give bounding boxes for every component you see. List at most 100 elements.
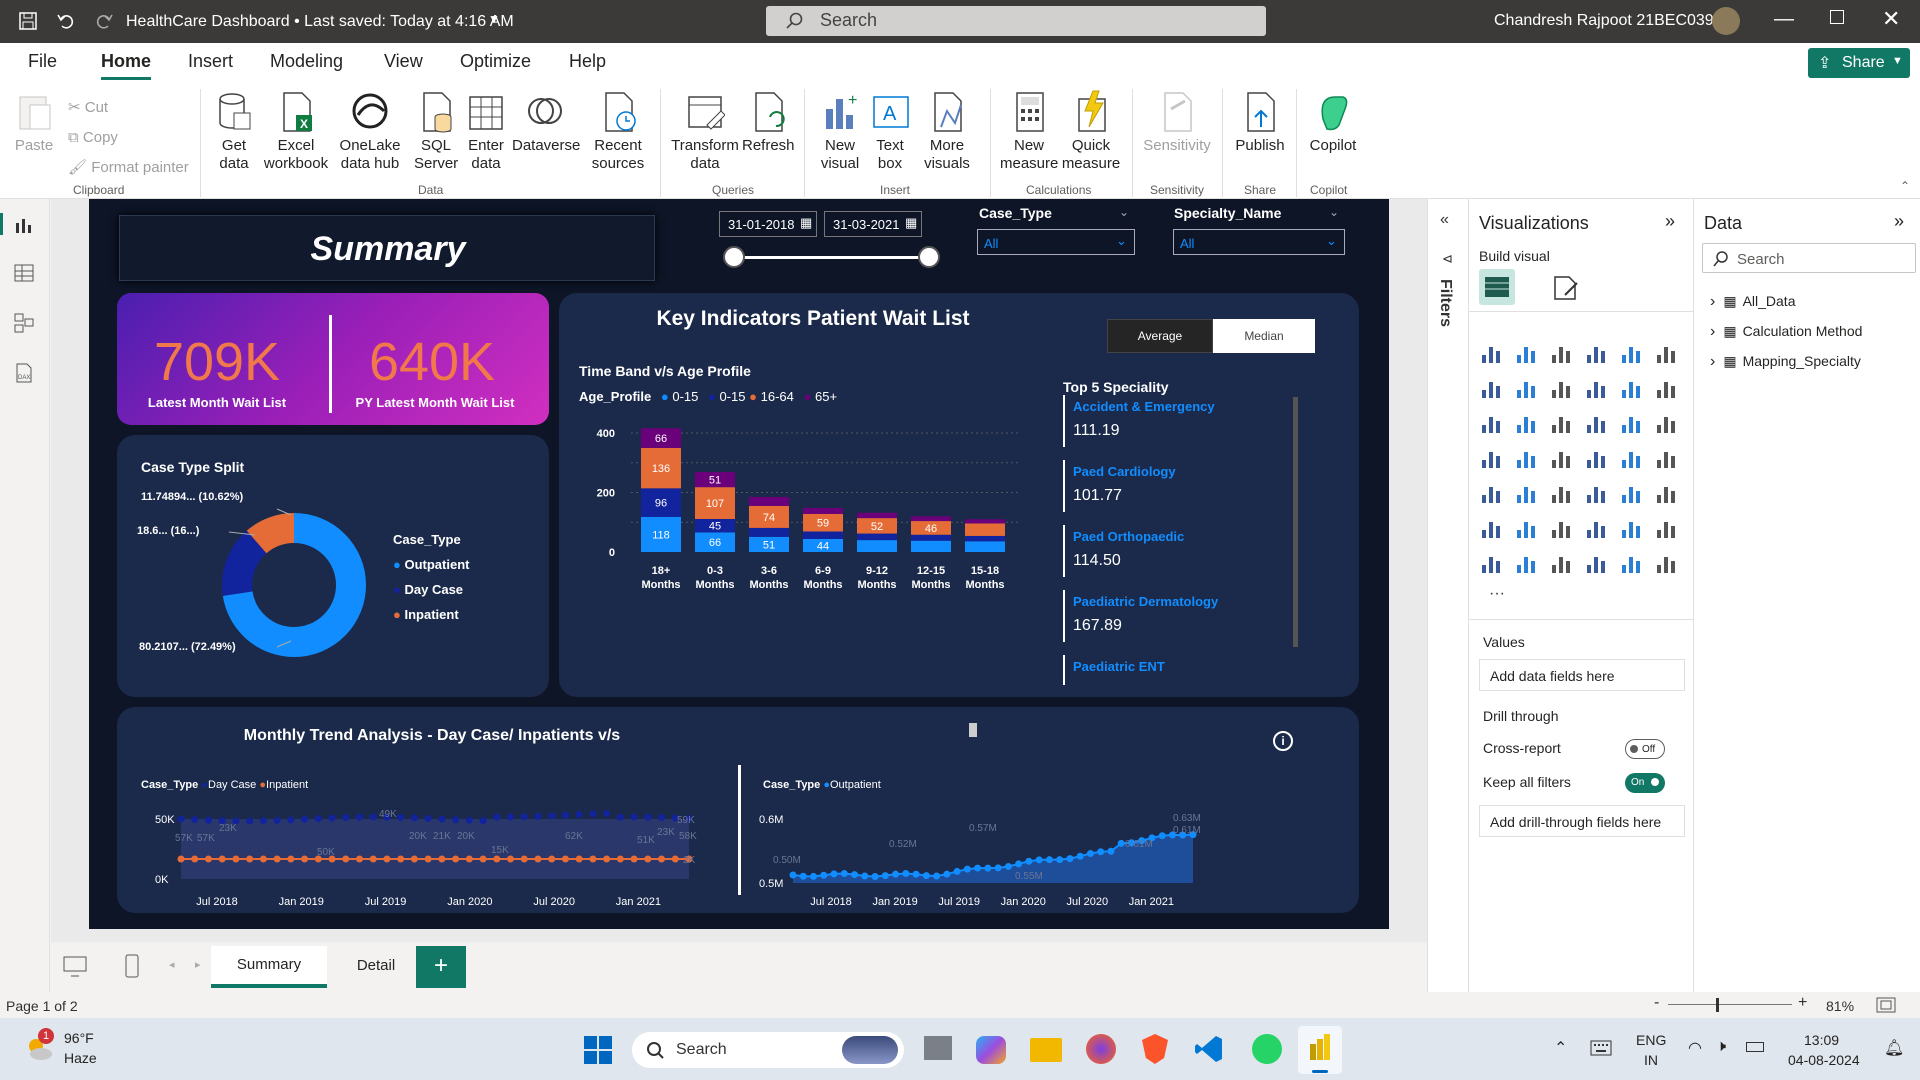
more-visuals-button[interactable]: More visuals [914, 89, 980, 173]
daycase-point[interactable] [191, 816, 199, 824]
text-box-button[interactable]: A Text box [868, 89, 912, 173]
daycase-point[interactable] [534, 812, 542, 820]
onelake-button[interactable]: OneLake data hub [334, 89, 406, 173]
bar-segment[interactable] [803, 531, 843, 539]
chevron-down-icon[interactable]: ⌄ [1329, 205, 1339, 219]
sql-server-button[interactable]: SQL Server [414, 89, 458, 173]
close-icon[interactable]: ✕ [1882, 6, 1900, 32]
daycase-point[interactable] [630, 813, 638, 821]
line-stacked-icon[interactable] [1514, 411, 1538, 435]
bar-segment[interactable] [857, 512, 897, 519]
outpatient-point[interactable] [943, 870, 951, 878]
maximize-icon[interactable] [1830, 10, 1844, 24]
top5-item[interactable]: Paed Orthopaedic 114.50 [1063, 525, 1184, 577]
narrative-icon[interactable] [1584, 516, 1608, 540]
daycase-point[interactable] [507, 813, 515, 821]
clustered-column-icon[interactable] [1584, 341, 1608, 365]
search-input[interactable]: Search [766, 6, 1266, 36]
outpatient-point[interactable] [1076, 852, 1084, 860]
daycase-point[interactable] [177, 815, 185, 823]
cross-report-toggle[interactable]: Off [1625, 739, 1665, 759]
data-table-item[interactable]: › ▦ Calculation Method [1710, 323, 1900, 341]
average-button[interactable]: Average [1107, 319, 1213, 353]
outpatient-point[interactable] [974, 864, 982, 872]
outpatient-point[interactable] [933, 872, 941, 880]
daycase-point[interactable] [246, 817, 254, 825]
daycase-point[interactable] [493, 813, 501, 821]
outpatient-point[interactable] [1086, 850, 1094, 858]
donut-icon[interactable] [1654, 411, 1678, 435]
scatter-icon[interactable] [1584, 411, 1608, 435]
zoom-out-icon[interactable]: - [1654, 994, 1659, 1012]
slider-handle-end[interactable] [918, 246, 940, 268]
outpatient-point[interactable] [1015, 860, 1023, 868]
values-well[interactable]: Add data fields here [1479, 659, 1685, 691]
menu-insert[interactable]: Insert [188, 51, 233, 72]
brave-icon[interactable] [1142, 1034, 1168, 1064]
daycase-point[interactable] [259, 817, 267, 825]
top5-item[interactable]: Paed Cardiology 101.77 [1063, 460, 1176, 512]
redo-icon[interactable] [94, 11, 114, 31]
scroll-left-icon[interactable]: ◂ [169, 958, 175, 971]
copilot-button[interactable]: Copilot [1306, 89, 1360, 155]
paginated-icon[interactable] [1619, 516, 1643, 540]
top5-item[interactable]: Accident & Emergency 111.19 [1063, 395, 1215, 447]
area-icon[interactable] [1514, 376, 1538, 400]
outpatient-point[interactable] [810, 872, 818, 880]
bar-segment[interactable] [965, 541, 1005, 552]
new-visual-button[interactable]: + New visual [816, 89, 864, 173]
taskbar-search[interactable]: Search [632, 1032, 904, 1068]
more-icon[interactable]: ··· [1489, 585, 1505, 603]
share-button[interactable]: ⇪ Share ▼ [1808, 48, 1910, 78]
bar-segment[interactable] [911, 516, 951, 522]
windows-start-icon[interactable] [584, 1036, 612, 1064]
daycase-point[interactable] [616, 813, 624, 821]
outpatient-point[interactable] [1107, 847, 1115, 855]
legend-item[interactable]: ● Inpatient [393, 602, 469, 627]
enter-data-button[interactable]: Enter data [464, 89, 508, 173]
fit-page-icon[interactable] [1876, 996, 1896, 1014]
outpatient-point[interactable] [861, 872, 869, 880]
menu-modeling[interactable]: Modeling [270, 51, 343, 72]
scroll-right-icon[interactable]: ▸ [195, 958, 201, 971]
chevron-up-icon[interactable]: ⌃ [1554, 1038, 1567, 1058]
vscode-icon[interactable] [1194, 1034, 1224, 1064]
daycase-point[interactable] [342, 813, 350, 821]
collapse-ribbon-icon[interactable]: ⌃ [1900, 179, 1910, 193]
azure-map-icon[interactable] [1584, 446, 1608, 470]
menu-file[interactable]: File [28, 51, 57, 72]
file-explorer-app-icon[interactable] [924, 1036, 952, 1060]
outpatient-point[interactable] [892, 870, 900, 878]
case-type-dropdown[interactable]: All ⌄ [977, 229, 1135, 255]
new-measure-button[interactable]: New measure [1000, 89, 1058, 173]
bar-segment[interactable] [965, 523, 1005, 536]
matrix-icon[interactable] [1584, 481, 1608, 505]
powerapps-icon[interactable] [1479, 551, 1503, 575]
daycase-point[interactable] [369, 813, 377, 821]
data-table-item[interactable]: › ▦ All_Data [1710, 293, 1900, 311]
copilot-app-icon[interactable] [976, 1036, 1006, 1064]
daycase-point[interactable] [438, 815, 446, 823]
power-automate-icon[interactable] [1654, 551, 1678, 575]
bar-segment[interactable] [803, 507, 843, 514]
data-table-item[interactable]: › ▦ Mapping_Specialty [1710, 353, 1900, 371]
key-influencers-icon[interactable] [1479, 516, 1503, 540]
clustered-bar-icon[interactable] [1549, 341, 1573, 365]
gauge-icon[interactable] [1619, 446, 1643, 470]
outpatient-point[interactable] [1004, 862, 1012, 870]
bar-segment[interactable] [911, 540, 951, 552]
stacked-area-icon[interactable] [1549, 376, 1573, 400]
bar-segment[interactable] [857, 533, 897, 541]
qa-icon[interactable] [1549, 516, 1573, 540]
info-icon[interactable]: i [1273, 731, 1293, 751]
publish-button[interactable]: Publish [1234, 89, 1286, 155]
drill-through-well[interactable]: Add drill-through fields here [1479, 805, 1685, 837]
outpatient-point[interactable] [912, 870, 920, 878]
menu-help[interactable]: Help [569, 51, 606, 72]
funnel-col-icon[interactable] [1654, 376, 1678, 400]
map-icon[interactable] [1514, 446, 1538, 470]
card-icon[interactable] [1654, 446, 1678, 470]
whatsapp-icon[interactable] [1252, 1034, 1282, 1064]
daycase-point[interactable] [355, 813, 363, 821]
menu-optimize[interactable]: Optimize [460, 51, 531, 72]
